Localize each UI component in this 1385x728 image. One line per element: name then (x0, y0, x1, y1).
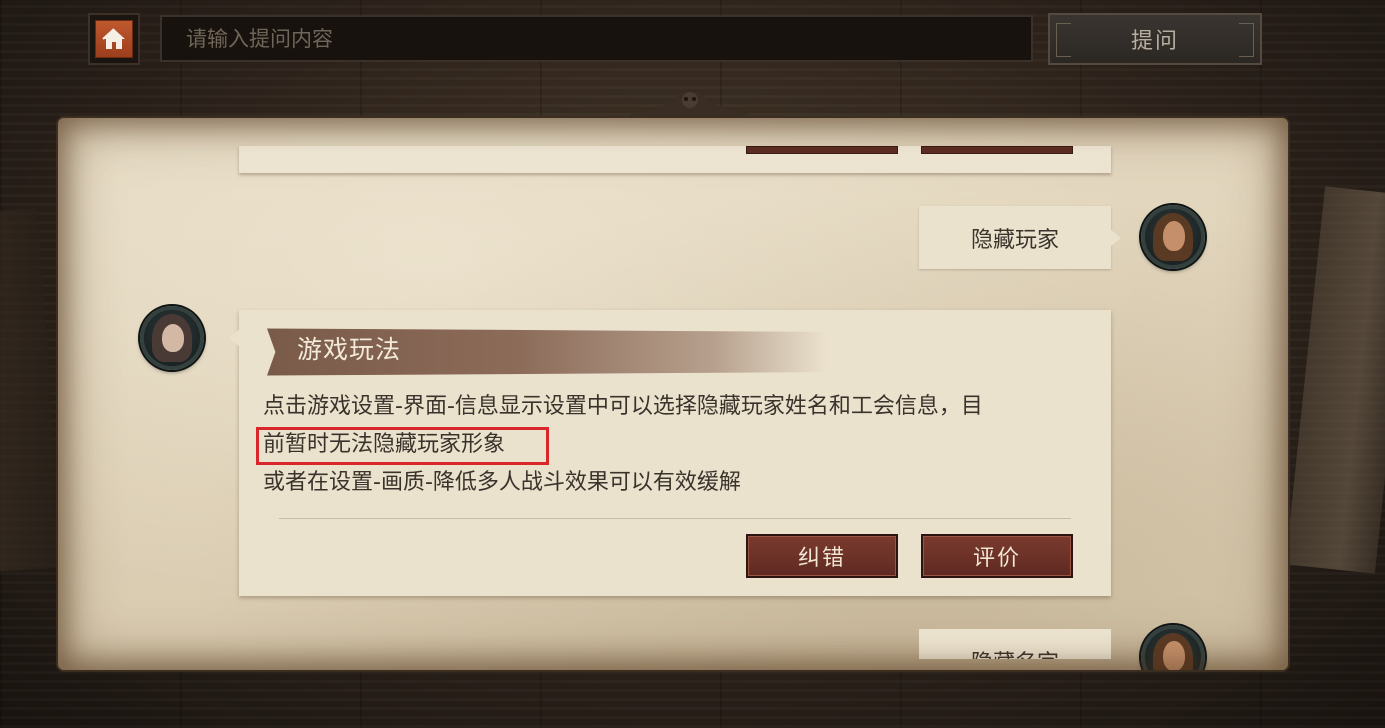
answer-line-3: 或者在设置-画质-降低多人战斗效果可以有效缓解 (263, 470, 741, 495)
search-input[interactable] (162, 17, 1031, 60)
category-title: 游戏玩法 (297, 335, 402, 364)
previous-correct-button[interactable] (746, 146, 898, 154)
ask-button-label: 提问 (1130, 29, 1179, 54)
assistant-avatar (140, 306, 204, 370)
user-message-bubble: 隐藏玩家 (919, 206, 1121, 269)
player-avatar-face (1163, 221, 1185, 251)
correct-button-label: 纠错 (797, 546, 846, 571)
next-user-message-text: 隐藏名字 (971, 645, 1059, 659)
assistant-avatar-face (162, 324, 184, 352)
player-avatar-2 (1141, 625, 1205, 670)
rate-button[interactable]: 评价 (921, 534, 1073, 578)
search-box[interactable] (160, 15, 1033, 62)
user-message-text: 隐藏玩家 (970, 227, 1059, 253)
highlight-box (256, 427, 549, 465)
answer-card: 游戏玩法 点击游戏设置-界面-信息显示设置中可以选择隐藏玩家姓名和工会信息，目 … (229, 310, 1111, 596)
parchment-top-ornament (630, 91, 750, 120)
home-button-face[interactable] (95, 20, 133, 58)
home-button[interactable] (88, 13, 140, 65)
previous-answer-card (239, 146, 1111, 173)
top-bar: 提问 (0, 0, 1385, 90)
answer-divider (279, 518, 1071, 519)
home-icon (102, 28, 125, 49)
ask-button[interactable]: 提问 (1048, 13, 1262, 65)
player-avatar-2-face (1163, 641, 1185, 670)
chat-parchment-panel[interactable]: 隐藏玩家 游戏玩法 点击游戏设置-界面-信息显示设置中可以选择隐藏玩家姓名和工会… (58, 118, 1288, 670)
previous-rate-button[interactable] (921, 146, 1073, 154)
player-avatar (1141, 205, 1205, 269)
answer-line-1: 点击游戏设置-界面-信息显示设置中可以选择隐藏玩家姓名和工会信息，目 (263, 394, 983, 419)
next-user-message-bubble: 隐藏名字 (919, 629, 1111, 659)
correct-button[interactable]: 纠错 (746, 534, 898, 578)
rate-button-label: 评价 (972, 546, 1021, 571)
